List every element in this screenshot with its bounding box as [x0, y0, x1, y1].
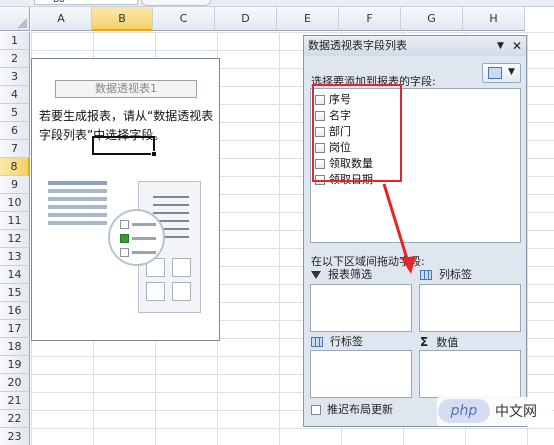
- watermark: php 中文网: [437, 397, 552, 426]
- watermark-logo: php: [438, 399, 490, 423]
- annotation-arrow: [382, 183, 416, 274]
- watermark-text: 中文网: [495, 404, 537, 420]
- spreadsheet-window: B8 ABCDEFGH 1 2 3 4 5 6 7 8 9 10 11 12 13 14 15 16 17 18 1…: [0, 0, 554, 445]
